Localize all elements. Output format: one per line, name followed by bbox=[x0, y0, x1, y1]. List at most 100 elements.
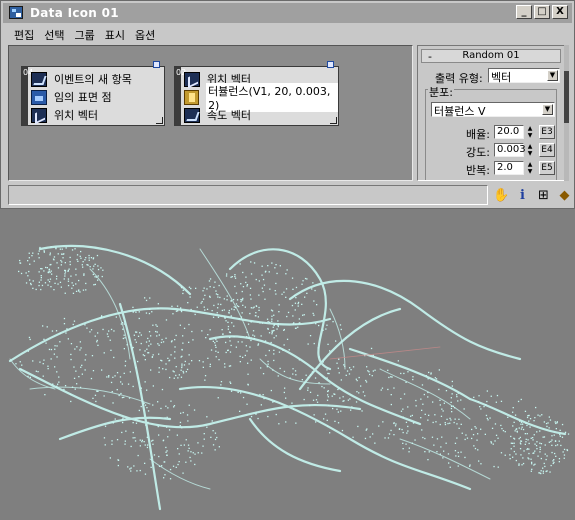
menu-group[interactable]: 그룹 bbox=[72, 25, 102, 43]
resize-corner-icon[interactable] bbox=[330, 117, 337, 124]
spinner-arrows-icon[interactable]: ▲ ▼ bbox=[526, 161, 534, 175]
particle-dot bbox=[80, 250, 82, 253]
particle-dot bbox=[358, 392, 360, 394]
particle-dot bbox=[424, 413, 426, 415]
event-node-02[interactable]: 02 위치 벡터 터뷸런스(V1, 20, 0.003, 2) 속도 벡터 bbox=[174, 61, 339, 126]
particle-dot bbox=[182, 292, 184, 295]
strength-label: 강도: bbox=[466, 146, 490, 159]
strength-key-button[interactable]: E4 bbox=[539, 143, 555, 157]
output-type-dropdown[interactable]: 벡터 ▼ bbox=[488, 68, 560, 84]
particle-dot bbox=[44, 282, 47, 284]
particle-dot bbox=[327, 372, 329, 375]
particle-dot bbox=[206, 308, 209, 310]
operator-row[interactable]: 위치 벡터 bbox=[31, 106, 98, 124]
navigate-icon[interactable]: ◆ bbox=[556, 187, 573, 204]
particle-dot bbox=[182, 372, 185, 374]
menu-select[interactable]: 선택 bbox=[41, 25, 71, 43]
particle-dot bbox=[428, 451, 430, 453]
operator-row[interactable]: 임의 표면 점 bbox=[31, 88, 112, 106]
particle-dot bbox=[340, 410, 342, 412]
output-port-icon[interactable] bbox=[153, 61, 160, 68]
iterations-spinner[interactable]: 2.0 bbox=[494, 161, 524, 175]
particle-dot bbox=[192, 339, 194, 341]
menu-display[interactable]: 표시 bbox=[102, 25, 132, 43]
particle-dot bbox=[190, 287, 192, 290]
particle-dot bbox=[116, 389, 118, 391]
particle-dot bbox=[327, 394, 329, 396]
particle-dot bbox=[509, 454, 511, 456]
particle-dot bbox=[188, 363, 190, 365]
particle-dot bbox=[520, 423, 522, 425]
spinner-arrows-icon[interactable]: ▲ ▼ bbox=[526, 125, 534, 139]
particle-dot bbox=[451, 393, 453, 395]
particle-dot bbox=[204, 294, 206, 296]
particle-dot bbox=[239, 361, 241, 363]
title-bar[interactable]: Data Icon 01 _ □ X bbox=[3, 3, 572, 23]
particle-dot bbox=[158, 344, 160, 346]
maximize-button[interactable]: □ bbox=[534, 5, 550, 19]
particle-dot bbox=[92, 258, 94, 260]
scale-spinner[interactable]: 20.0 bbox=[494, 125, 524, 139]
menu-edit[interactable]: 편집 bbox=[11, 25, 41, 43]
particle-dot bbox=[478, 460, 480, 462]
particle-dot bbox=[398, 428, 401, 430]
particle-dot bbox=[381, 387, 384, 389]
particle-dot bbox=[440, 415, 443, 417]
particle-dot bbox=[120, 381, 122, 383]
spinner-arrows-icon[interactable]: ▲ ▼ bbox=[526, 143, 534, 157]
operator-row[interactable]: 속도 벡터 bbox=[184, 106, 251, 124]
particle-dot bbox=[450, 401, 452, 403]
menu-options[interactable]: 옵션 bbox=[132, 25, 162, 43]
close-button[interactable]: X bbox=[552, 5, 568, 19]
particle-dot bbox=[112, 376, 114, 378]
particle-dot bbox=[158, 334, 160, 336]
particle-dot bbox=[33, 260, 35, 262]
scale-key-button[interactable]: E3 bbox=[539, 125, 555, 139]
particle-dot bbox=[97, 344, 99, 346]
particle-dot bbox=[486, 400, 488, 403]
particle-dot bbox=[436, 438, 439, 440]
pan-hand-icon[interactable]: ✋ bbox=[493, 187, 510, 204]
strength-spinner[interactable]: 0.003 bbox=[494, 143, 526, 157]
particle-dot bbox=[209, 363, 211, 365]
particle-dot bbox=[326, 369, 328, 371]
info-icon[interactable]: i bbox=[514, 187, 531, 204]
scrollbar-thumb[interactable] bbox=[564, 71, 569, 123]
particle-dot bbox=[497, 466, 499, 468]
particle-dot bbox=[172, 465, 175, 467]
particle-dot bbox=[500, 452, 503, 454]
particle-graph-view[interactable]: 04 이벤트의 새 항목 임의 표면 점 위치 벡터 02 위치 벡터 터뷸런스… bbox=[8, 45, 413, 181]
particle-dot bbox=[558, 440, 560, 442]
particle-dot bbox=[146, 389, 148, 391]
particle-dot bbox=[45, 342, 47, 344]
particle-dot bbox=[536, 448, 538, 450]
particle-dot bbox=[186, 368, 189, 371]
minimize-button[interactable]: _ bbox=[516, 5, 532, 19]
operator-row[interactable]: 이벤트의 새 항목 bbox=[31, 70, 132, 88]
rollout-scrollbar[interactable] bbox=[564, 45, 569, 181]
operator-row-selected[interactable]: 터뷸런스(V1, 20, 0.003, 2) bbox=[184, 82, 338, 112]
particle-dot bbox=[365, 381, 368, 383]
particle-dot bbox=[317, 394, 319, 397]
particle-dot bbox=[50, 286, 52, 288]
rollout-header[interactable]: - Random 01 bbox=[421, 49, 561, 63]
resize-corner-icon[interactable] bbox=[156, 117, 163, 124]
particle-dot bbox=[187, 450, 189, 452]
layout-icon[interactable]: ⊞ bbox=[535, 187, 552, 204]
particle-dot bbox=[266, 318, 269, 320]
particle-dot bbox=[144, 473, 147, 475]
event-node-04[interactable]: 04 이벤트의 새 항목 임의 표면 점 위치 벡터 bbox=[21, 61, 165, 126]
output-port-icon[interactable] bbox=[327, 61, 334, 68]
iterations-key-button[interactable]: E5 bbox=[539, 161, 555, 175]
particle-dot bbox=[213, 286, 215, 288]
particle-dot bbox=[48, 270, 50, 272]
particle-dot bbox=[323, 418, 325, 420]
particle-dot bbox=[50, 348, 53, 351]
particle-dot bbox=[483, 405, 485, 408]
particle-dot bbox=[442, 457, 444, 459]
particle-dot bbox=[147, 410, 150, 412]
distribution-dropdown[interactable]: 터뷸런스 V ▼ bbox=[431, 102, 555, 118]
particle-viewport[interactable] bbox=[0, 209, 575, 520]
particle-dot bbox=[15, 363, 17, 365]
particle-dot bbox=[390, 403, 392, 406]
